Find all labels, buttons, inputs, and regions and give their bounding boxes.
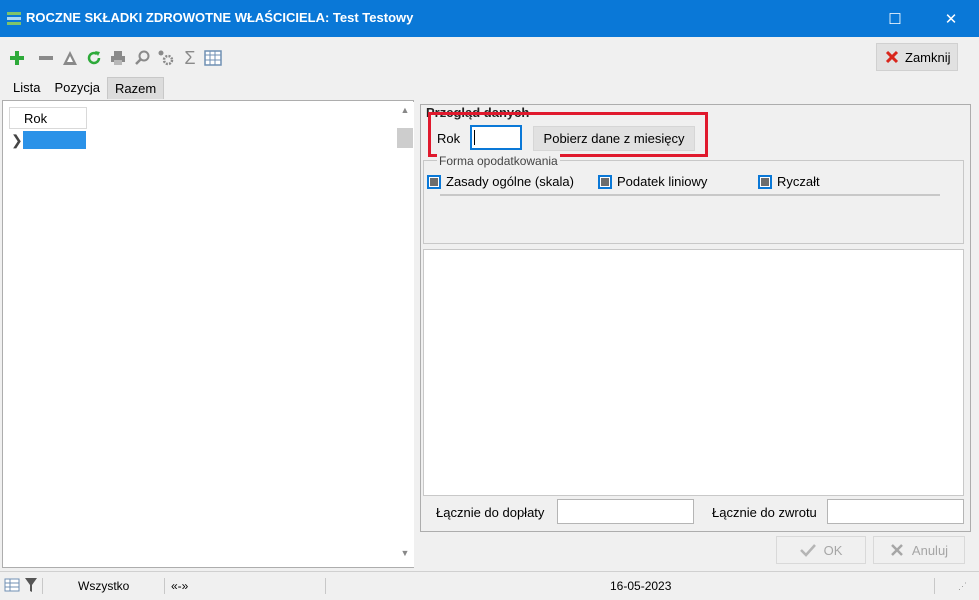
close-button[interactable]: Zamknij [876,43,958,71]
checkbox-icon [427,174,441,189]
tab-lista[interactable]: Lista [6,77,47,99]
scroll-up-icon[interactable]: ▲ [396,105,414,121]
maximize-icon: ☐ [888,10,902,28]
resize-grip-icon[interactable]: ⋰ [958,581,967,592]
ok-button[interactable]: OK [776,536,866,564]
status-bar: Wszystko «-» 16-05-2023 ⋰ [0,571,979,600]
nav-status[interactable]: «-» [171,579,188,593]
cancel-button[interactable]: Anuluj [873,536,965,564]
search-icon[interactable] [132,48,152,68]
columns-icon[interactable] [203,48,223,68]
column-header-rok[interactable]: Rok [9,107,87,129]
scroll-down-icon[interactable]: ▼ [396,548,414,564]
close-button-label: Zamknij [905,49,951,65]
filter-status[interactable]: Wszystko [78,579,129,593]
total-refund-label: Łącznie do zwrotu [712,505,817,520]
tab-bar: Lista Pozycja Razem [6,77,165,99]
close-x-icon [885,50,899,64]
separator [440,194,940,196]
edit-icon[interactable] [60,48,80,68]
tax-form-group [423,160,964,244]
filter-icon[interactable] [24,577,38,593]
settings-icon[interactable] [156,48,176,68]
total-due-field[interactable] [557,499,694,524]
tab-razem[interactable]: Razem [107,77,165,99]
add-icon[interactable] [7,48,27,68]
window-close-button[interactable]: ✕ [928,0,974,37]
tab-pozycja[interactable]: Pozycja [47,77,107,99]
vertical-scrollbar[interactable]: ▲ ▼ [396,102,414,567]
scroll-thumb[interactable] [397,128,413,148]
check-icon [799,544,816,557]
sum-icon[interactable]: Σ [180,48,200,68]
close-icon: ✕ [944,10,958,28]
title-bar: ROCZNE SKŁADKI ZDROWOTNE WŁAŚCICIELA: Te… [0,0,979,37]
total-refund-field[interactable] [827,499,964,524]
app-icon [7,12,21,25]
checkbox-ryczalt[interactable]: Ryczałt [758,174,820,189]
print-icon[interactable] [108,48,128,68]
checkbox-label: Ryczałt [777,174,820,189]
tax-form-label: Forma opodatkowania [437,154,560,168]
highlight-frame [428,112,708,157]
checkbox-icon [758,174,772,189]
maximize-button[interactable]: ☐ [872,0,918,37]
cancel-x-icon [891,544,903,556]
list-item[interactable] [23,131,86,149]
total-due-label: Łącznie do dopłaty [436,505,545,520]
checkbox-icon [598,174,612,189]
checkbox-label: Zasady ogólne (skala) [446,174,574,189]
remove-icon[interactable] [36,48,56,68]
window-title: ROCZNE SKŁADKI ZDROWOTNE WŁAŚCICIELA: Te… [26,10,414,25]
cancel-label: Anuluj [911,542,949,558]
grid-icon[interactable] [4,578,20,592]
data-preview-area [423,249,964,496]
refresh-icon[interactable] [84,48,104,68]
row-indicator-icon: ❯ [11,132,23,148]
ok-label: OK [823,542,843,558]
checkbox-podatek-liniowy[interactable]: Podatek liniowy [598,174,707,189]
checkbox-zasady-ogolne[interactable]: Zasady ogólne (skala) [427,174,574,189]
checkbox-label: Podatek liniowy [617,174,708,189]
date-status: 16-05-2023 [610,579,672,593]
year-list: Rok ❯ ▲ ▼ [2,100,414,568]
